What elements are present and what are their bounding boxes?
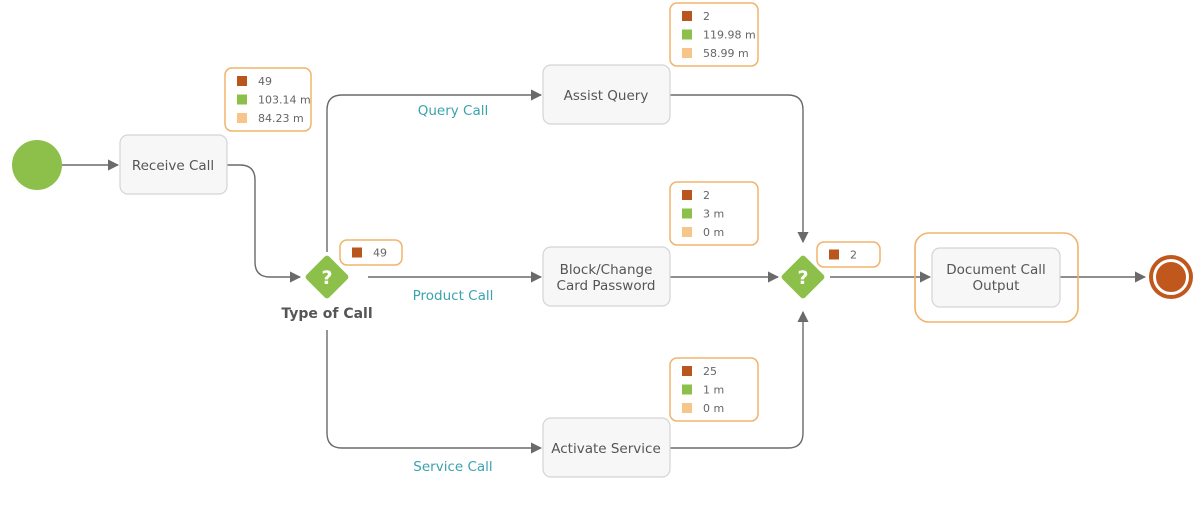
- stat-value: 3 m: [703, 208, 724, 221]
- stat-swatch-icon: [237, 94, 247, 105]
- gateway-label: Type of Call: [281, 306, 372, 322]
- task-label: Activate Service: [551, 441, 661, 457]
- task-label-line2: Card Password: [557, 278, 656, 294]
- stat-swatch-icon: [682, 227, 692, 237]
- stat-swatch-icon: [682, 190, 692, 200]
- stats-box-split: 49: [339, 239, 403, 266]
- stat-swatch-icon: [682, 48, 692, 58]
- task-block-change-card-password[interactable]: Block/Change Card Password: [542, 246, 671, 307]
- stat-value: 119.98 m: [703, 29, 756, 42]
- stat-value: 0 m: [703, 226, 724, 239]
- stats-box-receive: 49 103.14 m 84.23 m: [224, 67, 312, 132]
- stat-value: 103.14 m: [258, 94, 311, 107]
- flow-service-call[interactable]: [326, 330, 543, 454]
- end-event-icon[interactable]: [1149, 255, 1193, 299]
- stats-box-activate: 25 1 m 0 m: [669, 357, 759, 422]
- stats-box-assist: 2 119.98 m 58.99 m: [669, 2, 759, 67]
- stats-box-block: 2 3 m 0 m: [669, 181, 759, 246]
- stat-value: 2: [703, 10, 710, 23]
- question-icon: ?: [797, 267, 808, 289]
- task-receive-call[interactable]: Receive Call: [119, 134, 228, 195]
- stat-swatch-icon: [829, 249, 839, 260]
- stats-box-join: 2: [816, 241, 881, 268]
- task-label: Receive Call: [132, 158, 214, 174]
- stat-value: 2: [850, 249, 857, 262]
- stat-value: 58.99 m: [703, 47, 749, 60]
- task-activate-service[interactable]: Activate Service: [542, 417, 671, 478]
- stat-value: 2: [703, 189, 710, 202]
- stat-value: 49: [373, 247, 387, 260]
- stat-swatch-icon: [682, 11, 692, 21]
- task-label-line1: Document Call: [946, 262, 1045, 278]
- stat-value: 84.23 m: [258, 112, 304, 125]
- start-event-icon[interactable]: [12, 140, 62, 190]
- task-document-call-output[interactable]: Document Call Output: [914, 232, 1079, 323]
- flow-label-query: Query Call: [418, 103, 489, 119]
- stat-value: 0 m: [703, 402, 724, 415]
- stat-value: 1 m: [703, 384, 724, 397]
- question-icon: ?: [321, 267, 332, 289]
- stat-swatch-icon: [682, 384, 692, 395]
- flow-receive-split[interactable]: [227, 164, 302, 283]
- task-label-line1: Block/Change: [560, 262, 653, 278]
- stat-swatch-icon: [237, 76, 247, 86]
- flow-label-service: Service Call: [413, 459, 492, 475]
- stat-swatch-icon: [682, 208, 692, 219]
- stat-swatch-icon: [682, 29, 692, 40]
- stat-value: 49: [258, 75, 272, 88]
- task-label: Assist Query: [564, 88, 649, 104]
- task-label-line2: Output: [973, 278, 1020, 294]
- stat-swatch-icon: [237, 113, 247, 123]
- task-assist-query[interactable]: Assist Query: [542, 64, 671, 125]
- stat-value: 25: [703, 365, 717, 378]
- process-diagram: Query Call Product Call Service Call Rec…: [12, 2, 1193, 478]
- stat-swatch-icon: [352, 247, 362, 258]
- flow-label-product: Product Call: [413, 288, 494, 304]
- stat-swatch-icon: [682, 403, 692, 413]
- stat-swatch-icon: [682, 366, 692, 376]
